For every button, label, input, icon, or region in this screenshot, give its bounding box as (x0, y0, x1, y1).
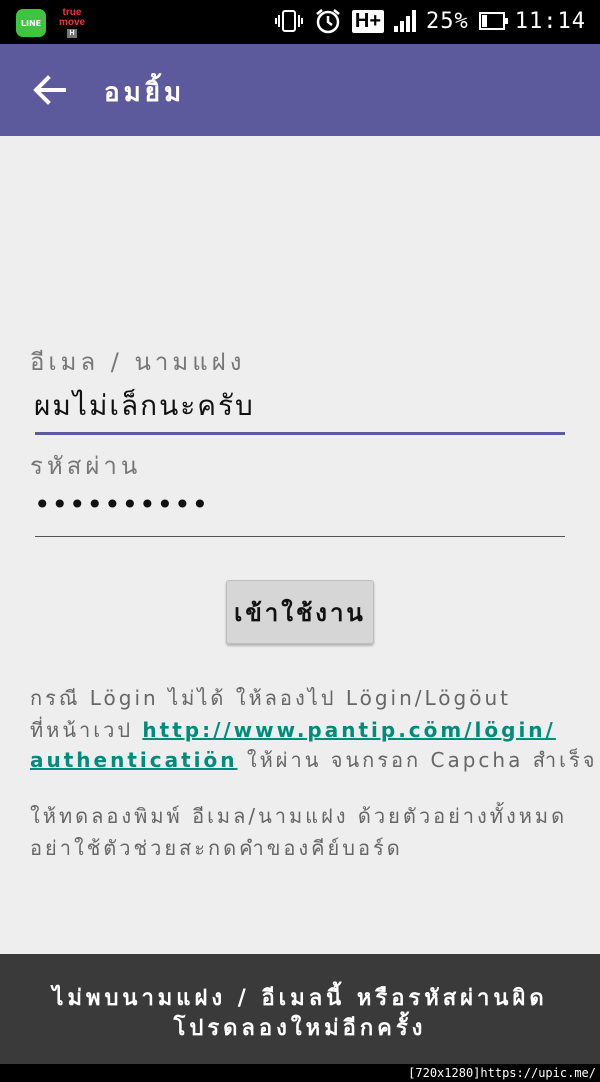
battery-percentage: 25% (426, 8, 469, 34)
alarm-icon (316, 9, 340, 34)
hint-text-line: ให้ทดลองพิมพ์ อีเมล/นามแฝง ด้วยตัวอย่างท… (30, 804, 568, 828)
email-field-underline (35, 432, 565, 435)
hint-text-line: อย่าใช้ตัวช่วยสะกดคำของคีย์บอร์ด (30, 836, 403, 860)
help-text-line: กรณี Lögin ไม่ได้ ให้ลองไป Lögin/Lögöut (30, 686, 511, 710)
email-label: อีเมล / นามแฝง (30, 348, 246, 376)
help-text-line: authenticatiön ให้ผ่าน จนกรอก Capcha สำเ… (30, 748, 598, 772)
password-field-underline (35, 536, 565, 537)
back-arrow-icon[interactable] (30, 70, 70, 110)
clock: 11:14 (514, 8, 586, 34)
signal-strength-icon (394, 10, 417, 32)
line-app-icon: LINE (16, 9, 46, 37)
login-form: อีเมล / นามแฝง ผมไม่เล็กนะครับ รหัสผ่าน … (0, 136, 600, 954)
login-button[interactable]: เข้าใช้งาน (226, 580, 374, 644)
app-bar: อมยิ้ม (0, 44, 600, 136)
pantip-login-link[interactable]: http://www.pantip.cöm/lögin/ (142, 718, 555, 742)
status-bar: LINE true move H H+ 25% 11:14 (0, 0, 600, 44)
help-text-line: ที่หน้าเวป http://www.pantip.cöm/lögin/ (30, 718, 556, 742)
network-type-badge: H+ (351, 9, 385, 33)
email-field[interactable]: ผมไม่เล็กนะครับ (34, 384, 255, 428)
battery-icon (478, 12, 508, 30)
image-credit: [720x1280]https://upic.me/ (408, 1066, 596, 1080)
truemove-carrier-icon: true move H (58, 7, 86, 38)
password-label: รหัสผ่าน (30, 452, 142, 480)
error-toast: ไม่พบนามแฝง / อีเมลนี้ หรือรหัสผ่านผิด โ… (0, 954, 600, 1064)
toast-message: โปรดลองใหม่อีกครั้ง (173, 1016, 427, 1041)
page-title: อมยิ้ม (104, 78, 186, 108)
vibrate-icon (274, 10, 303, 32)
pantip-authentication-link[interactable]: authenticatiön (30, 748, 238, 772)
password-field[interactable]: •••••••••• (34, 488, 209, 521)
